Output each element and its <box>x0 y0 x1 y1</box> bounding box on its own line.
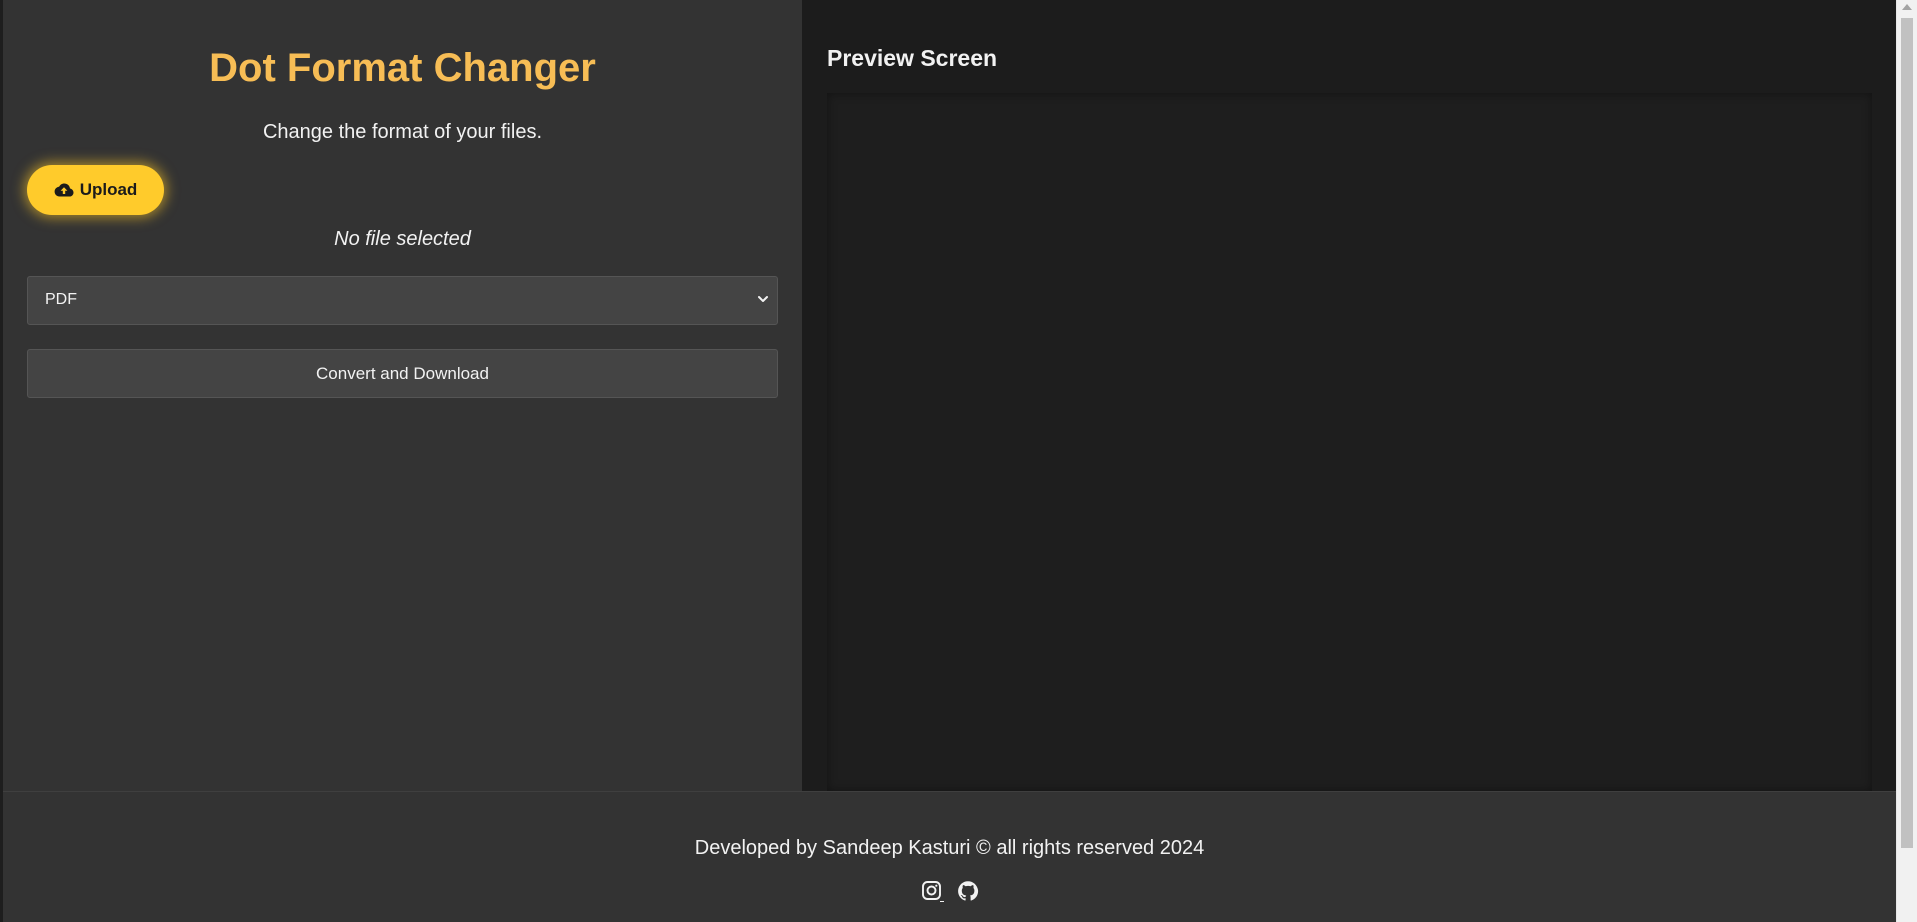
preview-area <box>827 93 1872 791</box>
format-select[interactable]: PDF <box>27 276 778 325</box>
preview-heading: Preview Screen <box>827 45 998 71</box>
instagram-icon[interactable] <box>920 879 944 903</box>
format-select-value: PDF <box>45 291 77 308</box>
scroll-up-arrow-icon[interactable] <box>1902 4 1912 10</box>
upload-button[interactable]: Upload <box>27 165 164 215</box>
footer-credit: Developed by Sandeep Kasturi © all right… <box>694 837 1205 859</box>
github-icon[interactable] <box>956 879 980 903</box>
social-links <box>3 879 1896 903</box>
cloud-upload-icon <box>54 183 74 197</box>
preview-panel: Preview Screen <box>802 0 1896 791</box>
scrollbar-thumb[interactable] <box>1901 18 1913 848</box>
app-title: Dot Format Changer <box>209 46 596 90</box>
convert-download-button[interactable]: Convert and Download <box>27 349 778 398</box>
chevron-down-icon <box>758 296 768 302</box>
converter-panel: Dot Format Changer Change the format of … <box>3 0 802 791</box>
file-status-text: No file selected <box>334 228 471 250</box>
footer: Developed by Sandeep Kasturi © all right… <box>3 791 1896 922</box>
upload-button-label: Upload <box>79 180 138 199</box>
app-subtitle: Change the format of your files. <box>262 121 543 143</box>
vertical-scrollbar[interactable] <box>1896 0 1917 922</box>
page: Dot Format Changer Change the format of … <box>0 0 1917 922</box>
